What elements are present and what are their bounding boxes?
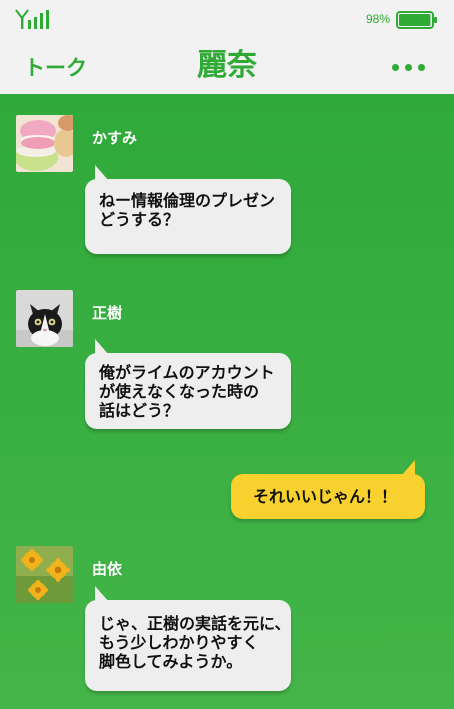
message-line: もう少しわかりやすく (99, 633, 259, 652)
flower-avatar[interactable] (16, 546, 73, 603)
message-line: それいいじゃん！！ (253, 487, 398, 506)
signal-strength-icon (15, 9, 49, 29)
sender-name: 由依 (92, 560, 123, 578)
more-dots-icon[interactable] (392, 64, 426, 78)
message-line: が使えなくなった時の (99, 382, 260, 401)
message-line: 話はどう？ (99, 401, 180, 420)
chat-message-area[interactable]: かすみ ねー情報倫理のプレゼン どうする？ 正樹 俺がライムのアカウント が使え… (0, 94, 454, 709)
chat-header: トーク 麗奈 (0, 36, 454, 94)
message-line: 脚色してみようか。 (99, 652, 243, 671)
battery-icon (396, 11, 437, 29)
message-bubble[interactable]: 俺がライムのアカウント が使えなくなった時の 話はどう？ (85, 339, 291, 429)
message-line: 俺がライムのアカウント (99, 363, 275, 382)
message-line: じゃ、正樹の実話を元に、 (99, 614, 291, 633)
cat-avatar[interactable] (16, 290, 73, 347)
own-message-bubble[interactable]: それいいじゃん！！ (231, 460, 425, 519)
sender-name: 正樹 (92, 304, 123, 322)
sender-name: かすみ (92, 129, 138, 147)
message-line: どうする？ (99, 210, 180, 229)
message-bubble[interactable]: ねー情報倫理のプレゼン どうする？ (85, 165, 291, 254)
status-bar: 98% (0, 0, 454, 36)
battery-percentage: 98% (366, 12, 391, 26)
chat-title: 麗奈 (197, 48, 257, 83)
message-bubble[interactable]: じゃ、正樹の実話を元に、 もう少しわかりやすく 脚色してみようか。 (85, 586, 291, 691)
message-line: ねー情報倫理のプレゼン (99, 191, 276, 210)
macaron-avatar[interactable] (16, 115, 73, 172)
